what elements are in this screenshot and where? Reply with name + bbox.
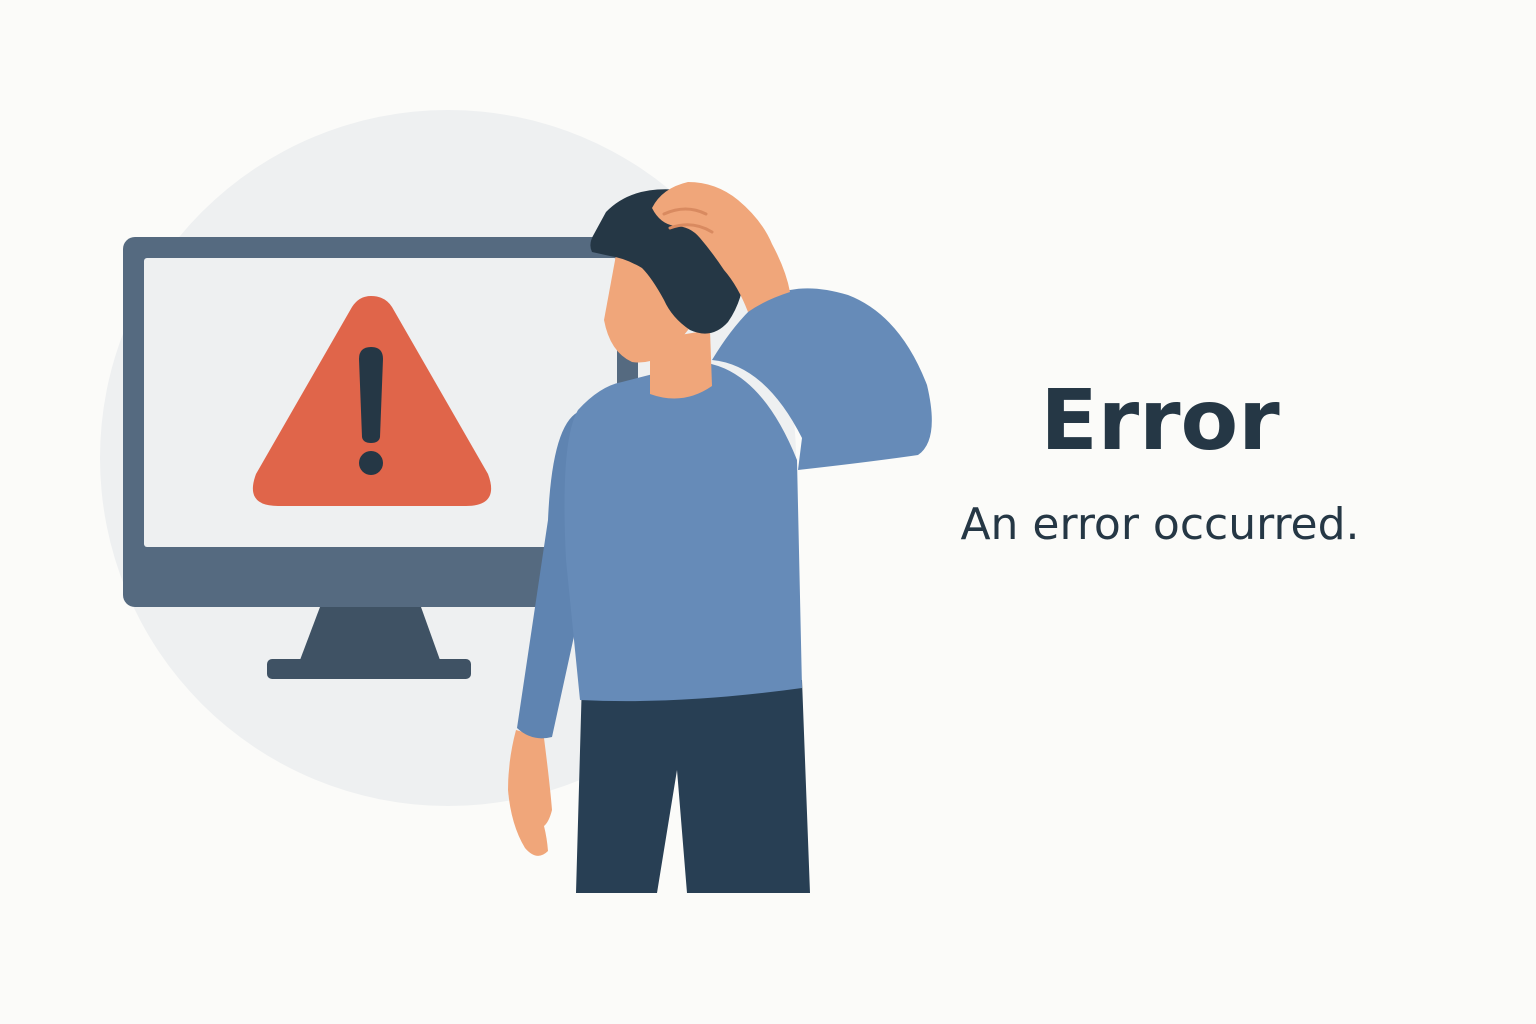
- error-page: Error An error occurred.: [0, 0, 1536, 1024]
- error-illustration: [100, 110, 932, 893]
- error-description: An error occurred.: [960, 498, 1360, 550]
- error-title: Error: [1040, 371, 1280, 469]
- error-message-block: Error An error occurred.: [880, 370, 1440, 552]
